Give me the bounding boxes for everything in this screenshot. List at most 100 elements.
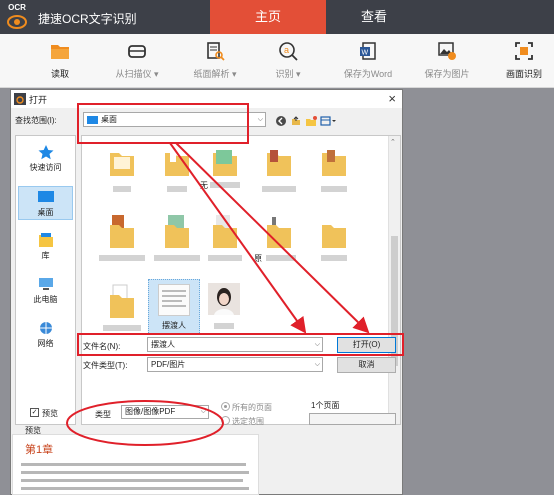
desktop-icon xyxy=(87,116,98,124)
blurred-filename xyxy=(210,182,240,188)
preview-text-line xyxy=(21,487,249,490)
file-item-selected[interactable]: 摆渡人 xyxy=(148,279,200,335)
close-icon[interactable]: × xyxy=(388,91,396,106)
folder-icon xyxy=(267,150,291,176)
place-library[interactable]: 库 xyxy=(18,230,73,264)
file-list: 无 原 摆渡人 ⌃ xyxy=(81,135,401,425)
recognize-button[interactable]: a 识别 ▾ xyxy=(253,40,323,80)
dialog-titlebar: 打开 × xyxy=(11,90,402,108)
app-logo: OCR xyxy=(4,3,30,31)
scanner-label: 从扫描仪 ▾ xyxy=(115,69,159,79)
page-analyze-button[interactable]: 纸面解析 ▾ xyxy=(180,40,250,80)
save-word-button[interactable]: W 保存为Word xyxy=(333,40,403,80)
save-image-button[interactable]: 保存为图片 xyxy=(412,40,482,80)
folder-icon xyxy=(165,215,189,248)
folder-icon xyxy=(110,284,134,318)
type-select[interactable]: 图像/图像PDF ⌵ xyxy=(121,405,209,419)
all-pages-radio[interactable] xyxy=(221,402,230,411)
file-item[interactable] xyxy=(200,281,250,341)
file-item[interactable] xyxy=(309,211,359,271)
type-label: 类型 xyxy=(95,410,111,419)
new-folder-icon[interactable] xyxy=(305,115,317,127)
place-label: 桌面 xyxy=(37,208,54,217)
place-this-pc[interactable]: 此电脑 xyxy=(18,274,73,308)
file-item[interactable] xyxy=(97,281,147,341)
filetype-select[interactable]: PDF/图片 ⌵ xyxy=(147,357,323,372)
computer-icon xyxy=(38,278,53,290)
screen-capture-label: 画面识别 xyxy=(505,69,542,79)
blurred-filename xyxy=(167,186,187,192)
place-desktop[interactable]: 桌面 xyxy=(18,186,73,220)
chevron-down-icon[interactable]: ⌵ xyxy=(315,358,320,371)
svg-text:W: W xyxy=(362,50,369,57)
preview-check-label: 预览 xyxy=(42,409,58,418)
tab-view[interactable]: 查看 xyxy=(326,0,422,34)
chevron-down-icon[interactable]: ⌵ xyxy=(315,338,320,351)
scroll-up-icon[interactable]: ⌃ xyxy=(390,138,396,146)
file-name: 无 xyxy=(200,181,208,190)
read-button[interactable]: 读取 xyxy=(25,40,95,80)
photo-thumbnail xyxy=(208,283,240,315)
folder-icon xyxy=(267,217,291,248)
filename-label: 文件名(N): xyxy=(83,342,121,351)
place-label: 快速访问 xyxy=(29,163,62,172)
folder-icon xyxy=(213,215,237,248)
chevron-down-icon: ⌵ xyxy=(257,116,263,123)
blurred-filename xyxy=(154,255,200,261)
scanner-icon xyxy=(128,45,146,58)
eye-icon xyxy=(7,15,27,29)
file-item[interactable]: 无 xyxy=(200,144,250,199)
file-name: 原 xyxy=(254,254,262,263)
save-image-icon xyxy=(438,42,456,60)
file-item[interactable] xyxy=(254,144,304,199)
filetype-label: 文件类型(T): xyxy=(83,361,128,370)
cancel-button[interactable]: 取消 xyxy=(337,357,396,373)
preview-text-line xyxy=(21,471,249,474)
look-in-combo[interactable]: 桌面 ⌵ xyxy=(83,112,266,127)
page-analyze-label: 纸面解析 ▾ xyxy=(193,69,237,79)
app-logo-text: OCR xyxy=(8,3,26,12)
all-pages-label: 所有的页面 xyxy=(232,403,272,412)
recognize-label: 识别 ▾ xyxy=(275,69,301,79)
chevron-down-icon[interactable]: ⌵ xyxy=(201,406,206,418)
file-item[interactable]: 原 xyxy=(254,211,304,271)
star-icon xyxy=(38,145,53,160)
file-item[interactable] xyxy=(97,144,147,199)
blurred-filename xyxy=(103,325,141,331)
file-item[interactable] xyxy=(309,144,359,199)
file-item[interactable] xyxy=(200,211,250,271)
network-icon xyxy=(39,322,52,334)
folder-icon xyxy=(110,153,134,176)
open-button[interactable]: 打开(O) xyxy=(337,337,396,353)
page-range-input[interactable] xyxy=(309,413,396,425)
selected-range-radio[interactable] xyxy=(221,416,230,425)
vertical-scrollbar[interactable]: ⌃ ⌄ xyxy=(388,136,400,424)
page-count: 1个页面 xyxy=(311,401,340,410)
preview-page: 第1章 xyxy=(12,434,259,495)
blurred-filename xyxy=(113,186,131,192)
recognize-icon: a xyxy=(279,42,298,61)
preview-checkbox[interactable]: ✓ xyxy=(30,408,39,417)
file-item[interactable] xyxy=(97,211,147,271)
folder-icon xyxy=(322,225,346,248)
up-folder-icon[interactable] xyxy=(290,115,302,127)
preview-text-line xyxy=(21,479,243,482)
filename-input[interactable]: 摆渡人 ⌵ xyxy=(147,337,323,352)
view-menu-icon[interactable] xyxy=(320,115,338,127)
file-item[interactable] xyxy=(152,144,202,199)
folder-icon xyxy=(110,215,134,248)
back-icon[interactable] xyxy=(275,115,287,127)
type-value: 图像/图像PDF xyxy=(125,407,176,416)
place-network[interactable]: 网络 xyxy=(18,318,73,352)
blurred-filename xyxy=(321,255,347,261)
dialog-title: 打开 xyxy=(29,95,48,105)
blurred-filename xyxy=(266,255,296,261)
folder-icon xyxy=(213,150,237,176)
place-quick-access[interactable]: 快速访问 xyxy=(18,142,73,180)
tab-home[interactable]: 主页 xyxy=(210,0,326,34)
word-icon: W xyxy=(360,42,376,60)
page-analyze-icon xyxy=(207,42,225,61)
screen-capture-button[interactable]: 画面识别 xyxy=(489,40,554,80)
scanner-button[interactable]: 从扫描仪 ▾ xyxy=(102,40,172,80)
file-item[interactable] xyxy=(152,211,202,271)
